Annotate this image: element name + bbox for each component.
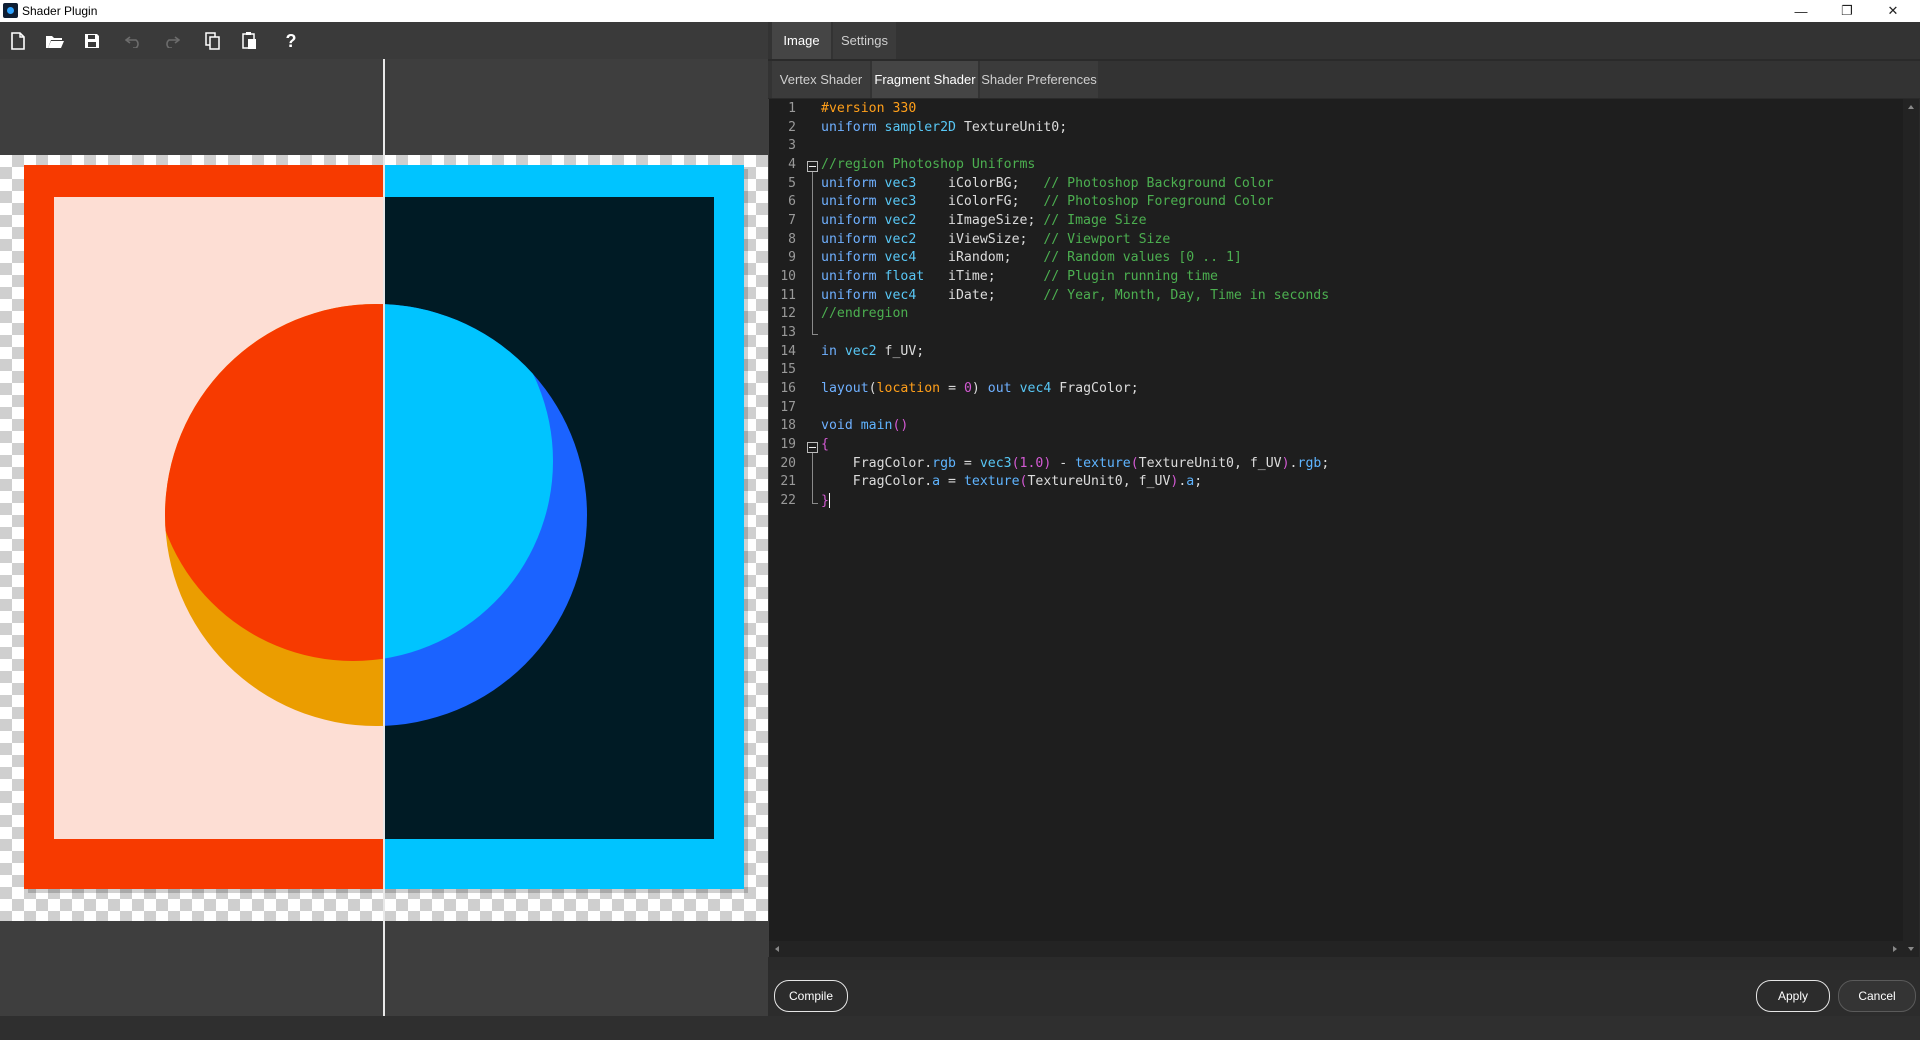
- new-file-button[interactable]: [7, 31, 29, 51]
- line-number: 19: [780, 437, 796, 452]
- copy-icon: [205, 32, 220, 50]
- line-number: 20: [780, 456, 796, 471]
- fold-toggle-region[interactable]: [807, 161, 818, 172]
- line-number: 3: [788, 138, 796, 153]
- toolbar: ?: [0, 22, 768, 59]
- tab-image[interactable]: Image: [772, 22, 831, 59]
- top-tabs: Image Settings: [768, 22, 1920, 59]
- paste-icon: [242, 32, 256, 49]
- window-title: Shader Plugin: [22, 4, 98, 18]
- line-number: 13: [780, 325, 796, 340]
- copy-button[interactable]: [202, 31, 224, 51]
- code-line: uniform vec2 iImageSize; // Image Size: [821, 213, 1147, 228]
- fold-guide: [812, 453, 813, 503]
- line-number: 6: [788, 194, 796, 209]
- code-line: uniform vec3 iColorFG; // Photoshop Fore…: [821, 194, 1274, 209]
- redo-button[interactable]: [160, 31, 182, 51]
- compare-splitter[interactable]: [383, 59, 385, 1016]
- paste-button[interactable]: [239, 31, 261, 51]
- code-line: uniform float iTime; // Plugin running t…: [821, 269, 1218, 284]
- code-line: void main(): [821, 418, 909, 433]
- code-line: uniform vec4 iDate; // Year, Month, Day,…: [821, 288, 1330, 303]
- line-number: 14: [780, 344, 796, 359]
- action-bar: [768, 970, 1920, 1016]
- scroll-left-arrow-icon[interactable]: [775, 946, 779, 952]
- minimize-button[interactable]: —: [1778, 0, 1824, 22]
- tab-fragment-shader[interactable]: Fragment Shader: [872, 61, 978, 98]
- code-line: FragColor.rgb = vec3(1.0) - texture(Text…: [821, 456, 1330, 471]
- code-line: {: [821, 437, 829, 452]
- compile-button[interactable]: Compile: [774, 980, 848, 1012]
- status-bar: [0, 1016, 1920, 1040]
- code-line: //endregion: [821, 306, 909, 321]
- scroll-up-arrow-icon[interactable]: [1908, 105, 1914, 109]
- line-number: 18: [780, 418, 796, 433]
- code-editor[interactable]: 1 2 3 4 5 6 7 8 9 10 11 12 13 14 15 16 1…: [768, 99, 1919, 957]
- line-number: 21: [780, 474, 796, 489]
- help-button[interactable]: ?: [280, 31, 302, 51]
- line-number: 2: [788, 120, 796, 135]
- open-folder-icon: [46, 36, 64, 48]
- code-line: uniform sampler2D TextureUnit0;: [821, 120, 1068, 135]
- fold-toggle-main[interactable]: [807, 442, 818, 453]
- line-number: 7: [788, 213, 796, 228]
- scroll-down-arrow-icon[interactable]: [1908, 947, 1914, 951]
- save-button[interactable]: [81, 31, 103, 51]
- tab-vertex-shader[interactable]: Vertex Shader: [772, 61, 870, 98]
- code-line: layout(location = 0) out vec4 FragColor;: [821, 381, 1139, 396]
- line-number: 10: [780, 269, 796, 284]
- line-number: 11: [780, 288, 796, 303]
- redo-icon: [166, 36, 180, 48]
- line-number: 9: [788, 250, 796, 265]
- fold-guide-end: [812, 334, 818, 335]
- code-line: uniform vec2 iViewSize; // Viewport Size: [821, 232, 1171, 247]
- code-line: in vec2 f_UV;: [821, 344, 925, 359]
- tab-settings[interactable]: Settings: [833, 22, 896, 59]
- title-bar: Shader Plugin — ❐ ✕: [0, 0, 1920, 22]
- code-line: }: [821, 493, 830, 509]
- line-number-gutter: 1 2 3 4 5 6 7 8 9 10 11 12 13 14 15 16 1…: [769, 99, 799, 957]
- app-icon: [3, 3, 18, 18]
- code-line: #version 330: [821, 101, 917, 116]
- line-number: 12: [780, 306, 796, 321]
- apply-button[interactable]: Apply: [1756, 980, 1830, 1012]
- horizontal-scrollbar[interactable]: [769, 941, 1903, 957]
- shader-tabs: Vertex Shader Fragment Shader Shader Pre…: [768, 61, 1920, 98]
- line-number: 15: [780, 362, 796, 377]
- line-number: 17: [780, 400, 796, 415]
- fold-margin: [799, 99, 821, 957]
- fold-guide-end: [812, 503, 818, 504]
- tab-shader-preferences[interactable]: Shader Preferences: [980, 61, 1098, 98]
- new-file-icon: [11, 32, 25, 50]
- close-button[interactable]: ✕: [1870, 0, 1916, 22]
- code-line: FragColor.a = texture(TextureUnit0, f_UV…: [821, 474, 1203, 489]
- line-number: 8: [788, 232, 796, 247]
- vertical-scrollbar[interactable]: [1903, 99, 1919, 957]
- line-number: 1: [788, 101, 796, 116]
- cancel-button[interactable]: Cancel: [1838, 980, 1916, 1012]
- shader-editor-pane: Image Settings Vertex Shader Fragment Sh…: [768, 22, 1920, 1016]
- maximize-button[interactable]: ❐: [1824, 0, 1870, 22]
- line-number: 4: [788, 157, 796, 172]
- fold-guide: [812, 172, 813, 334]
- preview-pane: ?: [0, 22, 768, 1016]
- code-line: //region Photoshop Uniforms: [821, 157, 1036, 172]
- line-number: 22: [780, 493, 796, 508]
- code-line: uniform vec4 iRandom; // Random values […: [821, 250, 1242, 265]
- code-line: uniform vec3 iColorBG; // Photoshop Back…: [821, 176, 1274, 191]
- scroll-right-arrow-icon[interactable]: [1893, 946, 1897, 952]
- undo-button[interactable]: [123, 31, 145, 51]
- line-number: 16: [780, 381, 796, 396]
- open-folder-button[interactable]: [44, 31, 66, 51]
- line-number: 5: [788, 176, 796, 191]
- save-icon: [85, 34, 99, 48]
- undo-icon: [125, 36, 139, 48]
